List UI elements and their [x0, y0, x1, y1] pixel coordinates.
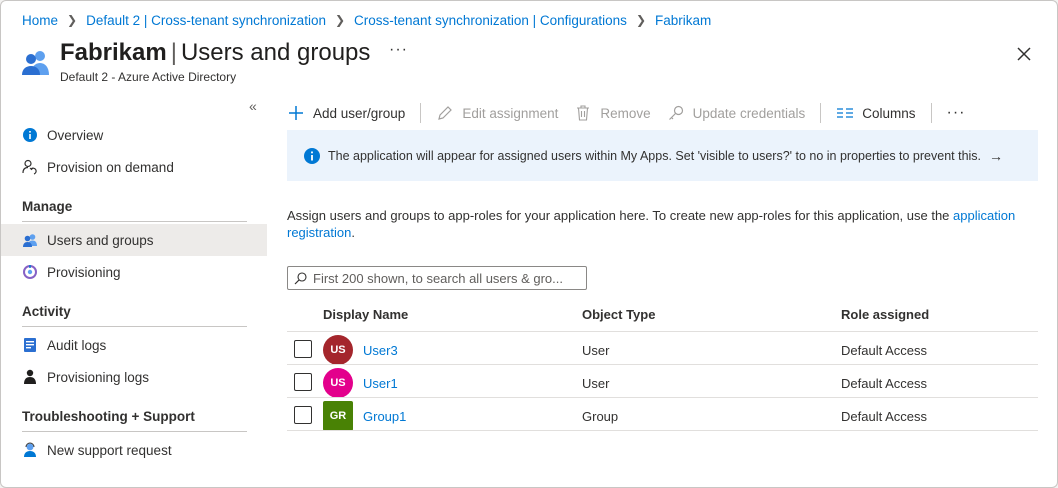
sidebar-section-troubleshooting: Troubleshooting + Support [22, 409, 247, 432]
header-more-button[interactable]: ··· [389, 41, 408, 59]
sidebar-section-activity: Activity [22, 304, 247, 327]
breadcrumb: Home ❯ Default 2 | Cross-tenant synchron… [22, 11, 711, 29]
object-type-cell: User [582, 343, 610, 358]
info-icon [22, 127, 38, 143]
add-user-group-button[interactable]: Add user/group [287, 104, 405, 122]
row-checkbox[interactable] [294, 340, 312, 358]
support-person-icon [22, 442, 38, 458]
sidebar-item-label: Provisioning logs [47, 369, 150, 385]
column-header-role-assigned[interactable]: Role assigned [841, 307, 929, 322]
display-name-link[interactable]: User1 [363, 376, 398, 391]
sidebar-item-audit-logs[interactable]: Audit logs [1, 329, 267, 361]
page-title-app: Fabrikam [60, 39, 167, 66]
sidebar-section-manage: Manage [22, 199, 247, 222]
more-commands-button[interactable]: ··· [947, 104, 966, 122]
sidebar-item-users-and-groups[interactable]: Users and groups [1, 224, 267, 256]
avatar: GR [323, 401, 353, 431]
display-name-link[interactable]: Group1 [363, 409, 406, 424]
breadcrumb-fabrikam[interactable]: Fabrikam [655, 13, 711, 28]
object-type-cell: User [582, 376, 610, 391]
users-groups-icon [22, 51, 49, 75]
breadcrumb-configurations[interactable]: Cross-tenant synchronization | Configura… [354, 13, 627, 28]
sidebar-item-label: Provision on demand [47, 159, 174, 175]
table-row[interactable]: US User3 User Default Access [287, 332, 1038, 365]
collapse-sidebar-button[interactable]: « [249, 98, 257, 114]
pencil-icon [436, 104, 454, 122]
users-groups-icon [22, 232, 38, 248]
remove-button[interactable]: Remove [574, 104, 651, 122]
role-assigned-cell: Default Access [841, 343, 927, 358]
sidebar-item-label: Users and groups [47, 232, 154, 248]
breadcrumb-default2[interactable]: Default 2 | Cross-tenant synchronization [86, 13, 326, 28]
role-assigned-cell: Default Access [841, 376, 927, 391]
page-title: Fabrikam | Users and groups [60, 39, 370, 67]
search-icon [294, 271, 307, 284]
remove-label: Remove [600, 105, 651, 121]
info-icon [304, 147, 320, 164]
avatar: US [323, 368, 353, 398]
sidebar-item-label: New support request [47, 442, 172, 458]
table-row[interactable]: GR Group1 Group Default Access [287, 398, 1038, 431]
add-user-group-label: Add user/group [313, 105, 406, 121]
description-text: Assign users and groups to app-roles for… [287, 207, 1037, 241]
chevron-right-icon: ❯ [67, 13, 78, 27]
columns-button[interactable]: Columns [836, 104, 916, 122]
person-sync-icon [22, 159, 38, 175]
audit-log-icon [22, 337, 38, 353]
update-credentials-button[interactable]: Update credentials [667, 104, 806, 122]
edit-assignment-button[interactable]: Edit assignment [436, 104, 558, 122]
page-title-section: Users and groups [180, 39, 371, 66]
toolbar-divider [420, 103, 422, 123]
page-subtitle: Default 2 - Azure Active Directory [60, 70, 237, 84]
close-icon[interactable] [1015, 45, 1033, 63]
sidebar-item-new-support-request[interactable]: New support request [1, 434, 267, 466]
sidebar-item-provisioning[interactable]: Provisioning [1, 256, 267, 288]
sidebar-item-label: Overview [47, 127, 104, 143]
column-header-display-name[interactable]: Display Name [323, 307, 408, 322]
column-header-object-type[interactable]: Object Type [582, 307, 655, 322]
description-end: . [351, 225, 355, 240]
info-banner-text: The application will appear for assigned… [328, 148, 982, 163]
sidebar-item-label: Provisioning [47, 264, 121, 280]
edit-assignment-label: Edit assignment [462, 105, 559, 121]
row-checkbox[interactable] [294, 373, 312, 391]
sidebar-item-overview[interactable]: Overview [1, 119, 267, 151]
toolbar-divider [930, 103, 932, 123]
toolbar-divider [820, 103, 822, 123]
provisioning-icon [22, 264, 38, 280]
search-box [287, 266, 587, 290]
chevron-right-icon: ❯ [334, 13, 346, 27]
description-body: Assign users and groups to app-roles for… [287, 208, 954, 223]
avatar: US [323, 335, 353, 365]
breadcrumb-home[interactable]: Home [22, 13, 58, 28]
table-row[interactable]: US User1 User Default Access [287, 365, 1038, 398]
sidebar-item-label: Audit logs [47, 337, 107, 353]
trash-icon [574, 104, 592, 122]
sidebar-item-provisioning-logs[interactable]: Provisioning logs [1, 361, 267, 393]
provisioning-log-icon [22, 369, 38, 385]
row-checkbox[interactable] [294, 406, 312, 424]
arrow-right-icon[interactable]: → [989, 148, 1003, 164]
chevron-right-icon: ❯ [635, 13, 646, 27]
command-bar: Add user/group Edit assignment Remove Up… [287, 100, 966, 126]
key-icon [667, 104, 685, 122]
info-banner: The application will appear for assigned… [287, 130, 1038, 181]
role-assigned-cell: Default Access [841, 409, 927, 424]
table-divider [287, 430, 1038, 431]
columns-label: Columns [862, 105, 916, 121]
update-credentials-label: Update credentials [692, 105, 806, 121]
columns-icon [836, 104, 854, 122]
search-input[interactable] [313, 270, 585, 286]
display-name-link[interactable]: User3 [363, 343, 398, 358]
sidebar-item-provision-on-demand[interactable]: Provision on demand [1, 151, 267, 183]
plus-icon [287, 104, 305, 122]
page-title-separator: | [170, 39, 177, 66]
blade-panel: Home ❯ Default 2 | Cross-tenant synchron… [0, 0, 1058, 488]
object-type-cell: Group [582, 409, 619, 424]
